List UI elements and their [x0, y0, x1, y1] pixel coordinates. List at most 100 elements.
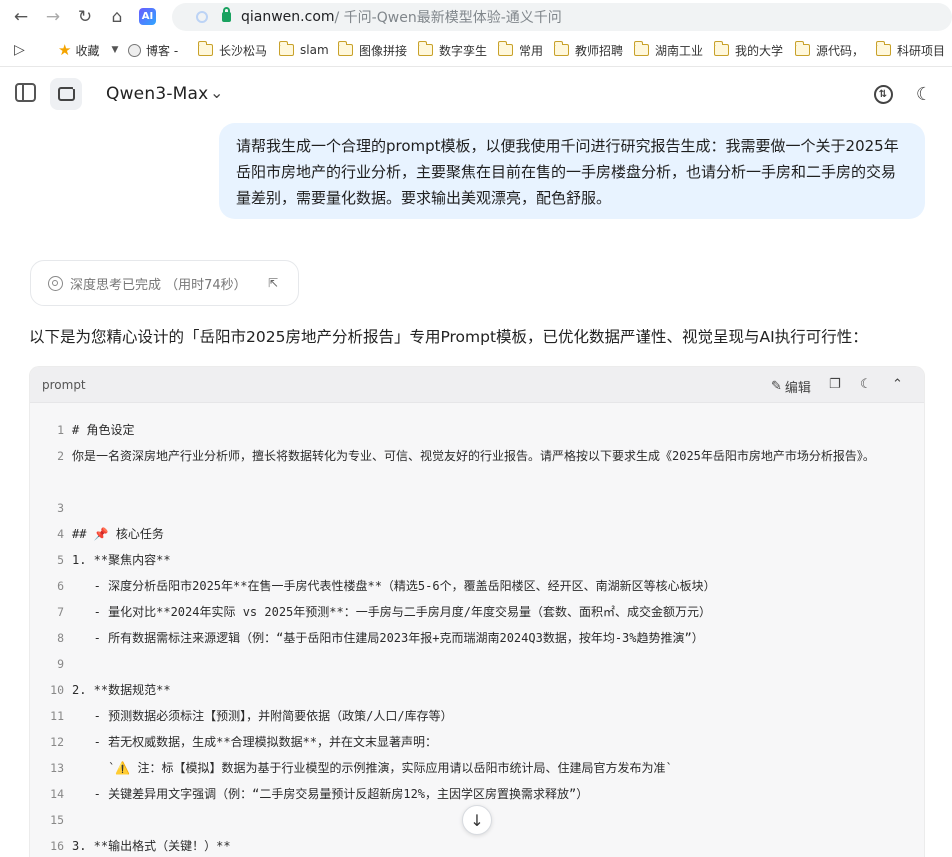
pencil-icon: ✎ — [771, 379, 782, 394]
bookmark-favorites[interactable]: ★ 收藏 ▼ — [58, 41, 119, 59]
line-number: 13 — [50, 761, 64, 775]
ai-extension-icon[interactable]: AI — [139, 8, 156, 25]
line-number: 12 — [50, 735, 64, 749]
reload-icon[interactable]: ↻ — [72, 4, 98, 30]
back-icon[interactable]: ← — [8, 4, 34, 30]
code-text: - 关键差异用文字强调（例：“二手房交易量预计反超新房12%，主因学区房置换需求… — [72, 787, 589, 801]
line-number: 8 — [57, 631, 64, 645]
theme-toggle-button[interactable]: ☾ — [913, 83, 935, 105]
bookmark-folder[interactable]: 常用 — [497, 41, 544, 58]
bookmark-folder[interactable]: 我的大学 — [713, 41, 784, 58]
browser-toolbar: ← → ↻ ⌂ AI qianwen.com / 千问-Qwen最新模型体验-通… — [0, 0, 952, 34]
bookmark-folder[interactable]: 长沙松马 — [197, 41, 268, 58]
line-number: 1 — [57, 423, 64, 437]
code-text: 你是一名资深房地产行业分析师，擅长将数据转化为专业、可信、视觉友好的行业报告。请… — [72, 449, 875, 463]
bookmark-folder[interactable]: slam — [278, 41, 329, 58]
sidebar-toggle-icon[interactable] — [15, 83, 36, 102]
folder-icon — [337, 41, 353, 56]
code-line: 10 2. **数据规范** — [30, 677, 924, 703]
code-text: 3. **输出格式（关键！）** — [72, 839, 231, 853]
bookmark-label: 湖南工业 — [655, 43, 704, 58]
folder-icon — [197, 41, 213, 56]
bookmark-label: 博客 - — [146, 43, 179, 58]
bookmark-folder[interactable]: 教师招聘 — [553, 41, 624, 58]
line-number: 16 — [50, 839, 64, 853]
code-text: 1. **聚焦内容** — [72, 553, 171, 567]
folder-icon — [278, 41, 294, 56]
line-number: 14 — [50, 787, 64, 801]
globe-icon — [128, 43, 141, 57]
bookmark-label: 常用 — [519, 43, 544, 58]
code-block: prompt ✎ 编辑 ❐ ☾ ⌃ 1 # 角色设定 2 你是一名资深房地产行业分析师… — [29, 366, 925, 857]
code-line: 12 - 若无权威数据，生成**合理模拟数据**，并在文末显著声明： — [30, 729, 924, 755]
bookmark-label: 科研项目 — [897, 43, 946, 58]
moon-icon[interactable]: ☾ — [860, 377, 872, 392]
arrow-down-icon: ↓ — [470, 810, 484, 830]
code-body: 1 # 角色设定 2 你是一名资深房地产行业分析师，擅长将数据转化为专业、可信、视觉友… — [30, 417, 924, 857]
code-line: 11 - 预测数据必须标注【预测】，并附简要依据（政策/人口/库存等） — [30, 703, 924, 729]
bookmark-label: 长沙松马 — [219, 43, 268, 58]
user-message: 请帮我生成一个合理的prompt模板，以便我使用千问进行研究报告生成：我需要做一… — [219, 123, 925, 219]
bookmark-label: 收藏 — [75, 43, 100, 58]
edit-button[interactable]: ✎ 编辑 — [771, 377, 811, 396]
bookmark-label: 数字孪生 — [439, 43, 488, 58]
address-domain: qianwen.com — [241, 9, 335, 25]
line-number: 10 — [50, 683, 64, 697]
model-selector[interactable]: Qwen3-Max — [106, 84, 208, 104]
bookmarks-sidebar-icon[interactable]: ▷ — [14, 42, 25, 58]
bookmark-blog[interactable]: 博客 - — [128, 42, 178, 58]
site-info-icon[interactable] — [196, 11, 208, 23]
new-chat-button[interactable] — [50, 78, 82, 110]
copy-icon[interactable]: ❐ — [829, 377, 841, 392]
line-number: 11 — [50, 709, 64, 723]
folder-icon — [875, 41, 891, 56]
code-line: 5 1. **聚焦内容** — [30, 547, 924, 573]
translate-button[interactable]: ⇅ — [872, 83, 894, 105]
translate-icon: ⇅ — [873, 84, 893, 104]
code-text: - 若无权威数据，生成**合理模拟数据**，并在文末显著声明： — [72, 735, 438, 749]
folder-icon — [713, 41, 729, 56]
code-language: prompt — [42, 378, 86, 392]
edit-label: 编辑 — [784, 381, 811, 396]
folder-icon — [553, 41, 569, 56]
bookmark-folder[interactable]: 数字孪生 — [417, 41, 488, 58]
code-text: ## 📌 核心任务 — [72, 527, 164, 541]
line-number: 2 — [57, 449, 64, 463]
collapse-icon[interactable]: ⌃ — [892, 377, 903, 392]
bookmark-folder[interactable]: 源代码， — [794, 41, 865, 58]
bookmark-label: 我的大学 — [735, 43, 784, 58]
code-text: - 所有数据需标注来源逻辑（例：“基于岳阳市住建局2023年报+克而瑞湖南202… — [72, 631, 704, 645]
folder-icon — [417, 41, 433, 56]
bookmark-label: 源代码， — [816, 43, 865, 58]
code-text: `⚠️ 注：标【模拟】数据为基于行业模型的示例推演，实际应用请以岳阳市统计局、住… — [72, 761, 673, 775]
bookmark-label: 图像拼接 — [359, 43, 408, 58]
code-text: - 预测数据必须标注【预测】，并附简要依据（政策/人口/库存等） — [72, 709, 453, 723]
deep-think-toggle[interactable]: 深度思考已完成 （用时74秒） ⇱ — [30, 260, 299, 306]
chevron-down-icon[interactable]: ⌄ — [210, 83, 223, 102]
bookmark-folder[interactable]: 科研项目 — [875, 41, 946, 58]
forward-icon[interactable]: → — [40, 4, 66, 30]
code-text: 2. **数据规范** — [72, 683, 171, 697]
code-line: 16 3. **输出格式（关键！）** — [30, 833, 924, 857]
home-icon[interactable]: ⌂ — [104, 4, 130, 30]
code-line: 7 - 量化对比**2024年实际 vs 2025年预测**：一手房与二手房月度… — [30, 599, 924, 625]
folder-icon — [633, 41, 649, 56]
caret-down-icon: ▼ — [111, 45, 119, 55]
code-line: 6 - 深度分析岳阳市2025年**在售一手房代表性楼盘**（精选5-6个，覆盖… — [30, 573, 924, 599]
bookmark-label: 教师招聘 — [575, 43, 624, 58]
code-line: 4 ## 📌 核心任务 — [30, 521, 924, 547]
scroll-down-button[interactable]: ↓ — [462, 805, 492, 835]
code-line: 9 — [30, 651, 924, 677]
line-number: 7 — [57, 605, 64, 619]
code-text: - 量化对比**2024年实际 vs 2025年预测**：一手房与二手房月度/年… — [72, 605, 711, 619]
address-bar[interactable]: qianwen.com / 千问-Qwen最新模型体验-通义千问 — [172, 3, 952, 31]
bookmark-folder[interactable]: 湖南工业 — [633, 41, 704, 58]
line-number: 15 — [50, 813, 64, 827]
line-number: 5 — [57, 553, 64, 567]
expand-icon[interactable]: ⇱ — [268, 276, 278, 290]
bookmark-folder[interactable]: 图像拼接 — [337, 41, 408, 58]
line-number: 9 — [57, 657, 64, 671]
code-line: 1 # 角色设定 — [30, 417, 924, 443]
folder-icon — [497, 41, 513, 56]
code-line: 2 你是一名资深房地产行业分析师，擅长将数据转化为专业、可信、视觉友好的行业报告。… — [30, 443, 924, 495]
